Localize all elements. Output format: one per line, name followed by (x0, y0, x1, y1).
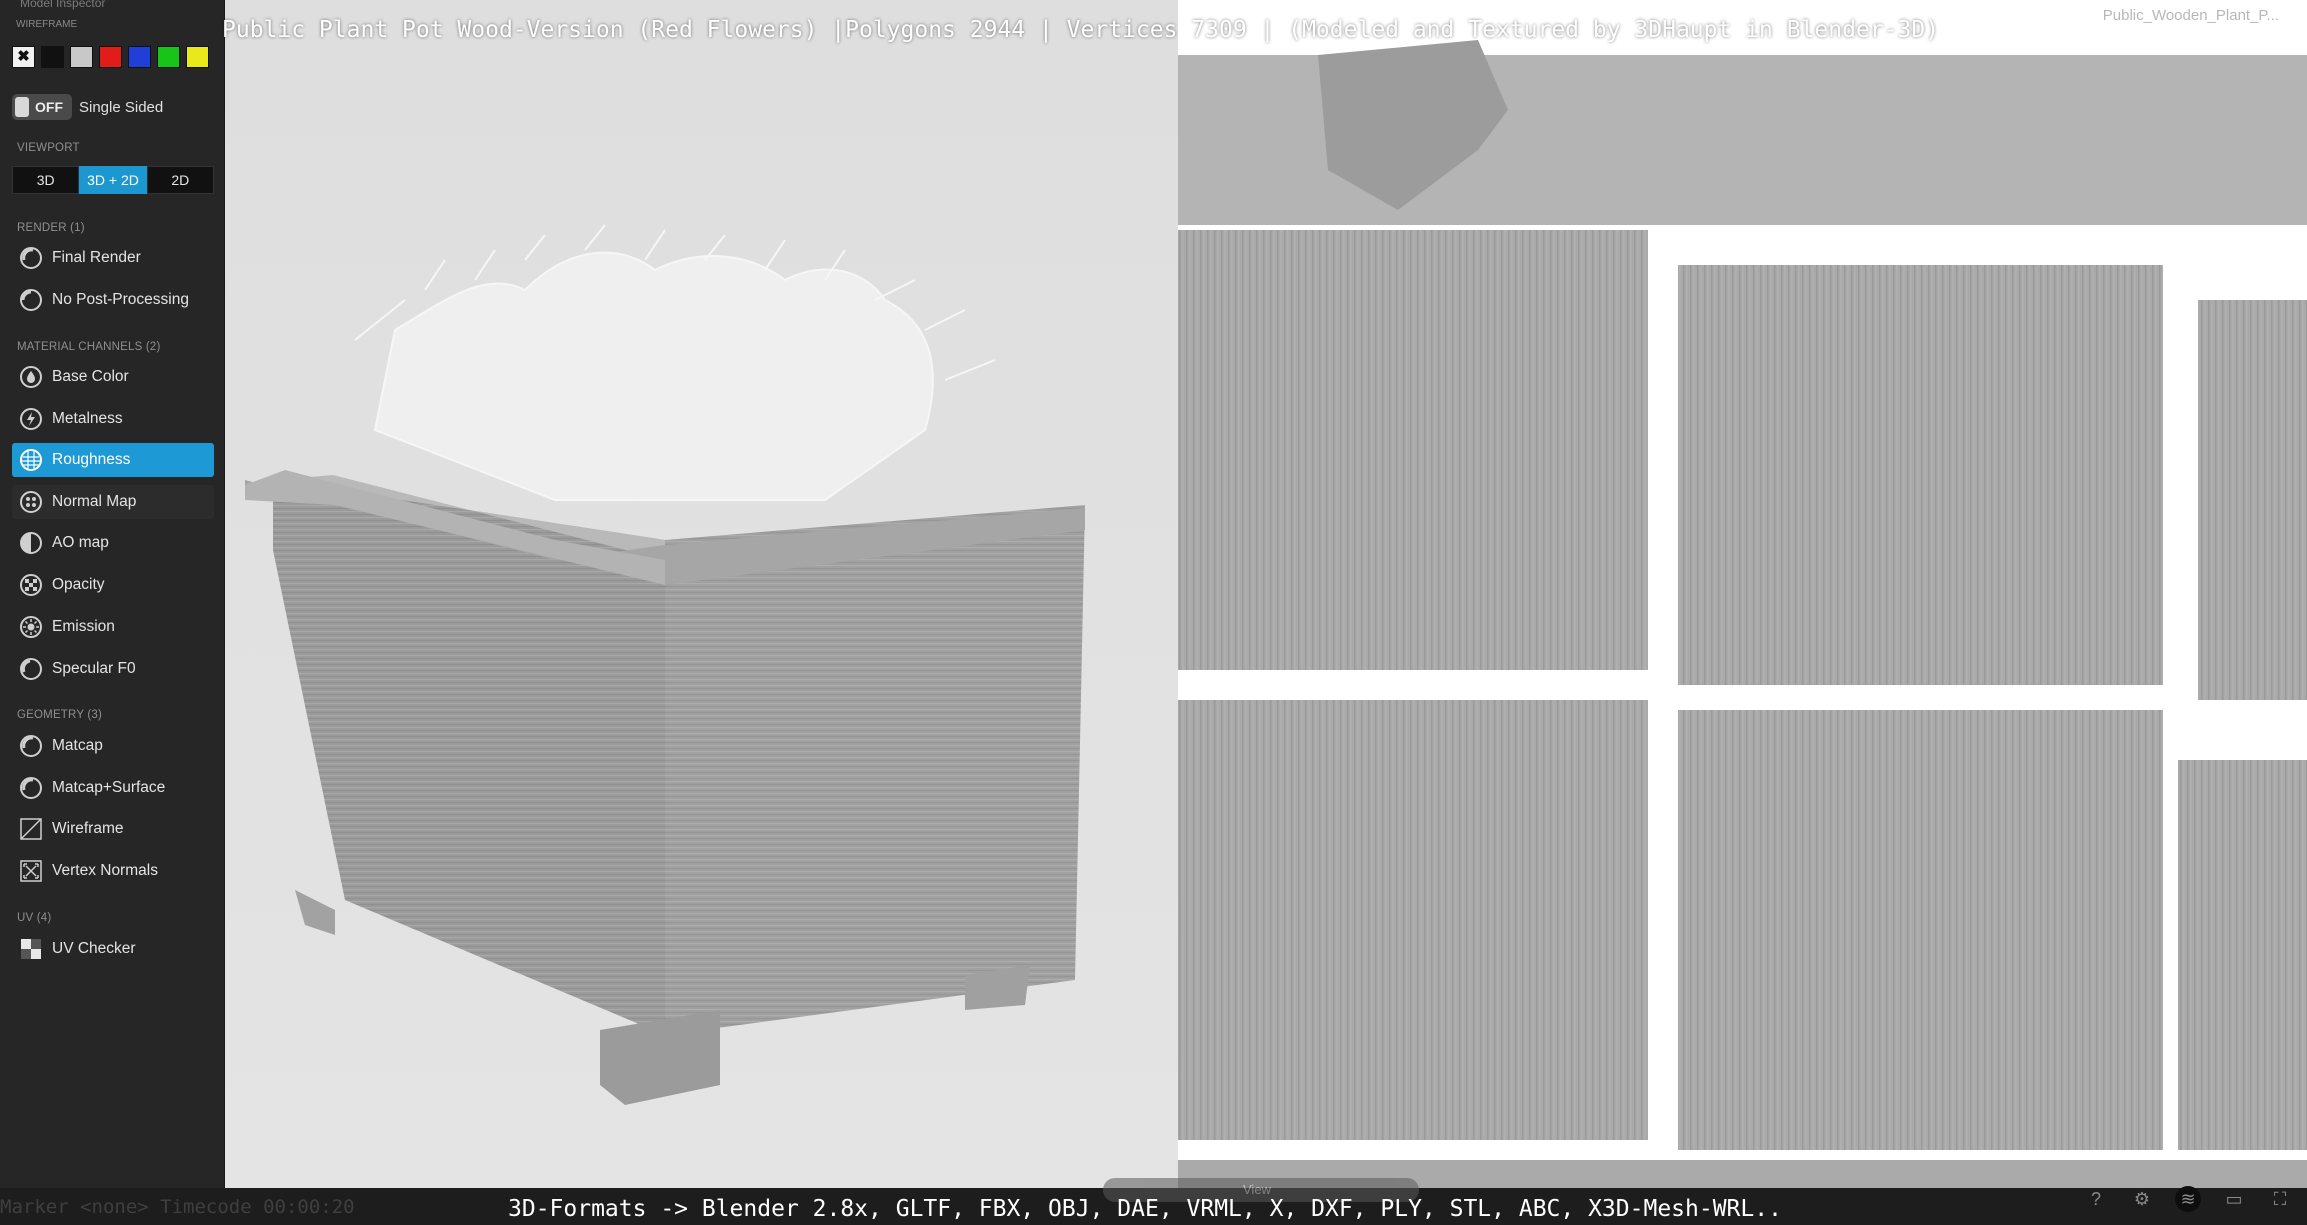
roughness-item[interactable]: Roughness (12, 443, 214, 477)
ao-map-icon (17, 530, 44, 557)
emission-label: Emission (52, 618, 115, 635)
roughness-label: Roughness (52, 451, 131, 468)
formats-overlay: 3D-Formats -> Blender 2.8x, GLTF, FBX, O… (508, 1196, 1782, 1222)
emission-item[interactable]: Emission (12, 610, 214, 644)
opacity-icon (17, 572, 44, 599)
normal-map-label: Normal Map (52, 493, 137, 510)
geometry-section-title: GEOMETRY (3) (17, 709, 103, 721)
toggle-knob (15, 97, 29, 117)
opacity-item[interactable]: Opacity (12, 568, 214, 602)
uv-checker-icon (17, 936, 44, 963)
single-sided-row: OFF Single Sided (12, 94, 163, 120)
planter-model-render (225, 0, 1178, 1190)
toggle-state: OFF (35, 99, 63, 115)
video-title-overlay: Public Plant Pot Wood-Version (Red Flowe… (222, 17, 1940, 43)
emission-icon (17, 614, 44, 641)
settings-icon[interactable]: ⚙ (2129, 1186, 2155, 1212)
uv-layout-texture (1178, 0, 2307, 1190)
vertex-normals-item[interactable]: Vertex Normals (12, 854, 214, 888)
help-icon[interactable]: ? (2083, 1186, 2109, 1212)
viewport-mode-group: 3D 3D + 2D 2D (12, 166, 214, 194)
single-sided-label: Single Sided (79, 98, 164, 116)
viewport-2d-button[interactable]: 2D (146, 166, 214, 194)
specular-f0-item[interactable]: Specular F0 (12, 652, 214, 686)
model-name-label: Public_Wooden_Plant_P... (2102, 7, 2279, 24)
wireframe-color-swatches: ✖ (12, 46, 209, 68)
swatch-green[interactable] (157, 46, 180, 68)
final-render-label: Final Render (52, 249, 141, 266)
inspector-header: Model Inspector Wireframe (0, 0, 225, 30)
swatch-none[interactable]: ✖ (12, 46, 35, 68)
view-selector-label: View (1243, 1182, 1271, 1197)
viewport-section-title: VIEWPORT (17, 142, 80, 154)
normal-map-icon (17, 489, 44, 516)
metalness-label: Metalness (52, 410, 123, 427)
ao-map-label: AO map (52, 534, 109, 551)
timecode-text: Marker <none> Timecode 00:00:20 (0, 1196, 355, 1218)
vertex-normals-label: Vertex Normals (52, 862, 158, 879)
wireframe-label: Wireframe (52, 820, 124, 837)
model-inspector-panel: Model Inspector Wireframe ✖ OFF Single S… (0, 0, 225, 1225)
matcap-surface-label: Matcap+Surface (52, 779, 166, 796)
final-render-item[interactable]: Final Render (12, 241, 214, 275)
swatch-red[interactable] (99, 46, 122, 68)
wireframe-item[interactable]: Wireframe (12, 812, 214, 846)
matcap-surface-item[interactable]: Matcap+Surface (12, 771, 214, 805)
final-render-icon (17, 245, 44, 272)
layers-icon[interactable]: ≋ (2175, 1186, 2201, 1212)
uv-checker-item[interactable]: UV Checker (12, 932, 214, 966)
no-post-processing-item[interactable]: No Post-Processing (12, 283, 214, 317)
swatch-black[interactable] (41, 46, 64, 68)
matcap-item[interactable]: Matcap (12, 729, 214, 763)
vr-icon[interactable]: ▭ (2221, 1186, 2247, 1212)
metalness-item[interactable]: Metalness (12, 402, 214, 436)
render-section-title: RENDER (1) (17, 222, 85, 234)
metalness-icon (17, 406, 44, 433)
viewport-3d-button[interactable]: 3D (12, 166, 80, 194)
uv-section-title: UV (4) (17, 912, 52, 924)
uv-checker-label: UV Checker (52, 940, 136, 957)
base-color-label: Base Color (52, 368, 129, 385)
viewport-3d-2d-button[interactable]: 3D + 2D (79, 166, 147, 194)
specular-f0-label: Specular F0 (52, 660, 136, 677)
viewer-controls: ? ⚙ ≋ ▭ ⛶ (2083, 1186, 2293, 1212)
normal-map-item[interactable]: Normal Map (12, 485, 214, 519)
fullscreen-icon[interactable]: ⛶ (2267, 1186, 2293, 1212)
specular-icon (17, 656, 44, 683)
swatch-grey[interactable] (70, 46, 93, 68)
opacity-label: Opacity (52, 576, 105, 593)
base-color-icon (17, 364, 44, 391)
inspector-title: Model Inspector (20, 0, 106, 10)
post-processing-icon (17, 287, 44, 314)
uv-texture-view[interactable] (1178, 0, 2307, 1190)
matcap-surface-icon (17, 775, 44, 802)
base-color-item[interactable]: Base Color (12, 360, 214, 394)
material-channels-section-title: MATERIAL CHANNELS (2) (17, 341, 161, 353)
swatch-blue[interactable] (128, 46, 151, 68)
wireframe-icon (17, 816, 44, 843)
wireframe-color-label: Wireframe (16, 19, 78, 30)
swatch-yellow[interactable] (186, 46, 209, 68)
single-sided-toggle[interactable]: OFF (12, 94, 72, 120)
matcap-icon (17, 733, 44, 760)
roughness-icon (17, 447, 44, 474)
viewport-3d[interactable] (225, 0, 1178, 1190)
matcap-label: Matcap (52, 737, 103, 754)
vertex-normals-icon (17, 858, 44, 885)
no-post-processing-label: No Post-Processing (52, 291, 189, 308)
ao-map-item[interactable]: AO map (12, 526, 214, 560)
